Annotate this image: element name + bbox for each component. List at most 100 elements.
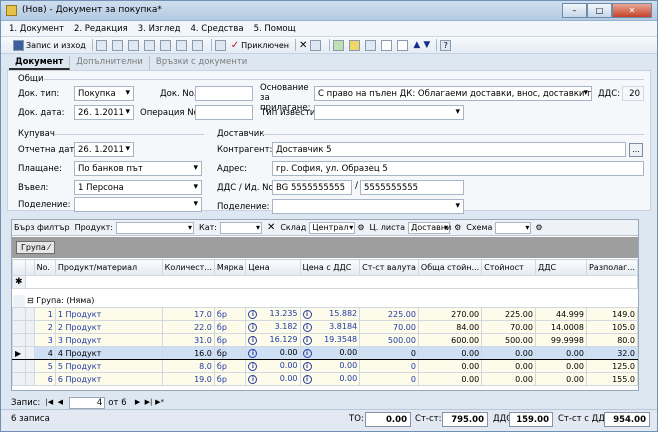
col-available[interactable]: Разполаг... — [585, 259, 639, 276]
cell-currency-value[interactable]: 0 — [359, 346, 419, 360]
info-icon[interactable]: i — [248, 375, 258, 384]
cell-price-vat[interactable]: i 19.3548 — [299, 333, 361, 347]
buyer-division-select[interactable] — [74, 197, 202, 212]
cell-price-vat[interactable]: i 0.00 — [299, 359, 361, 373]
cell-no[interactable]: 2 — [33, 320, 56, 334]
group-chip[interactable]: Група ⁄ — [16, 241, 55, 254]
notice-type-select[interactable] — [314, 105, 464, 120]
entered-by-select[interactable]: 1 Персона — [74, 180, 202, 195]
cell-currency-value[interactable]: 0 — [359, 359, 419, 373]
scheme-settings-icon[interactable]: ⚙ — [535, 223, 542, 232]
new-record-button[interactable]: ▶* — [155, 397, 165, 408]
info-icon[interactable]: i — [302, 362, 312, 371]
cell-price[interactable]: i 0.00 — [245, 346, 301, 360]
tab-document[interactable]: Документ — [9, 56, 71, 70]
col-value[interactable]: Стойност — [481, 259, 536, 276]
accept-button[interactable]: ✓ Приключен — [231, 39, 289, 52]
new-row[interactable]: ✱ — [12, 275, 639, 289]
cell-unit[interactable]: бр — [213, 333, 247, 347]
menu-help[interactable]: 5. Помощ — [254, 24, 296, 34]
address-input[interactable]: гр. София, ул. Образец 5 — [272, 161, 644, 176]
next-record-button[interactable]: ▶ — [133, 397, 143, 408]
col-product[interactable]: Продукт/материал — [54, 259, 163, 276]
edit-doc-button[interactable] — [214, 39, 228, 52]
col-qty[interactable]: Количест... — [161, 259, 215, 276]
cell-price[interactable]: i 0.00 — [245, 372, 301, 386]
cell-unit[interactable]: бр — [213, 346, 247, 360]
menu-edit[interactable]: 2. Редакция — [74, 24, 128, 34]
title-bar[interactable]: (Нов) - Документ за покупка* – □ ✕ — [1, 1, 657, 21]
cell-unit[interactable]: бр — [213, 359, 247, 373]
warehouse-settings-icon[interactable]: ⚙ — [357, 223, 364, 232]
menu-tools[interactable]: 4. Средства — [190, 24, 243, 34]
cell-product[interactable]: 2 Продукт — [54, 320, 163, 334]
info-icon[interactable]: i — [302, 336, 312, 345]
col-unit[interactable]: Мярка — [213, 259, 247, 276]
tab-additional[interactable]: Допълнителни — [70, 56, 150, 70]
info-icon[interactable]: i — [248, 362, 258, 371]
operation-input[interactable] — [195, 105, 253, 120]
contractor-input[interactable]: Доставчик 5 — [272, 142, 626, 157]
new-page-button[interactable] — [381, 39, 394, 52]
table-row[interactable]: ▶ 4 4 Продукт 16.0 бр i 0.00 i 0.00 0 0.00 0.00 0.00… — [12, 346, 639, 360]
print-button[interactable] — [159, 39, 173, 52]
col-price[interactable]: Цена — [245, 259, 301, 276]
cell-price-vat[interactable]: i 0.00 — [299, 346, 361, 360]
arrow-button[interactable] — [365, 39, 378, 52]
collapse-icon[interactable]: ⊟ — [27, 296, 34, 305]
info-icon[interactable]: i — [248, 323, 258, 332]
cell-price[interactable]: i 16.129 — [245, 333, 301, 347]
first-record-button[interactable]: |◀ — [44, 397, 54, 408]
cell-no[interactable]: 5 — [33, 359, 56, 373]
pricelist-select[interactable]: Доставни — [408, 221, 451, 234]
info-icon[interactable]: i — [302, 375, 312, 384]
move-up-button[interactable]: ▲ — [413, 39, 420, 52]
report-date-picker[interactable]: 26. 1.2011 — [74, 142, 134, 157]
cell-currency-value[interactable]: 0 — [359, 372, 419, 386]
close-button[interactable]: ✕ — [612, 3, 652, 18]
cut-button[interactable] — [111, 39, 125, 52]
copy-button[interactable] — [127, 39, 141, 52]
product-filter-select[interactable] — [116, 221, 195, 234]
cell-product[interactable]: 1 Продукт — [54, 307, 163, 321]
table-row[interactable]: 55 Продукт 8.0 бр i 0.00 i 0.00 0 0.00 0.00 0.00 12… — [12, 359, 639, 373]
vat-number-input[interactable]: BG 5555555555 — [272, 180, 352, 195]
contractor-browse-button[interactable]: ... — [629, 143, 643, 157]
table-row[interactable]: 33 Продукт 31.0 бр i 16.129 i 19.3548 500.00 600… — [12, 333, 639, 347]
category-filter-select[interactable] — [219, 221, 262, 234]
cell-qty[interactable]: 16.0 — [161, 346, 215, 360]
cell-no[interactable]: 1 — [33, 307, 56, 321]
save-exit-button[interactable]: Запис и изход — [13, 39, 86, 52]
info-icon[interactable]: i — [302, 323, 312, 332]
cell-price[interactable]: i 3.182 — [245, 320, 301, 334]
paste-button[interactable] — [143, 39, 157, 52]
col-no[interactable]: No. — [33, 259, 56, 276]
cell-unit[interactable]: бр — [213, 307, 247, 321]
refresh-button[interactable] — [333, 39, 346, 52]
properties-button[interactable] — [191, 39, 205, 52]
scheme-select[interactable] — [495, 221, 532, 234]
cell-qty[interactable]: 8.0 — [161, 359, 215, 373]
info-icon[interactable]: i — [248, 310, 258, 319]
cell-price-vat[interactable]: i 15.882 — [299, 307, 361, 321]
cell-price[interactable]: i 13.235 — [245, 307, 301, 321]
group-row[interactable]: ⊟ Група: (Няма) — [12, 294, 638, 308]
id-number-input[interactable]: 5555555555 — [360, 180, 464, 195]
cell-price[interactable]: i 0.00 — [245, 359, 301, 373]
maximize-button[interactable]: □ — [587, 3, 612, 18]
cell-unit[interactable]: бр — [213, 372, 247, 386]
table-row[interactable]: 11 Продукт 17.0 бр i 13.235 i 15.882 225.00 270.… — [12, 307, 639, 321]
col-price-vat[interactable]: Цена с ДДС — [299, 259, 361, 276]
cell-currency-value[interactable]: 500.00 — [359, 333, 419, 347]
cell-product[interactable]: 4 Продукт — [54, 346, 163, 360]
undo-button[interactable] — [95, 39, 109, 52]
delete-button[interactable]: ✕ — [299, 39, 307, 52]
last-record-button[interactable]: ▶| — [144, 397, 154, 408]
cell-unit[interactable]: бр — [213, 320, 247, 334]
tab-document-links[interactable]: Връзки с документи — [150, 56, 253, 70]
menu-document[interactable]: 1. Документ — [9, 24, 64, 34]
cell-no[interactable]: 4 — [33, 346, 56, 360]
cell-qty[interactable]: 22.0 — [161, 320, 215, 334]
pricelist-settings-icon[interactable]: ⚙ — [454, 223, 461, 232]
info-icon[interactable]: i — [248, 336, 258, 345]
